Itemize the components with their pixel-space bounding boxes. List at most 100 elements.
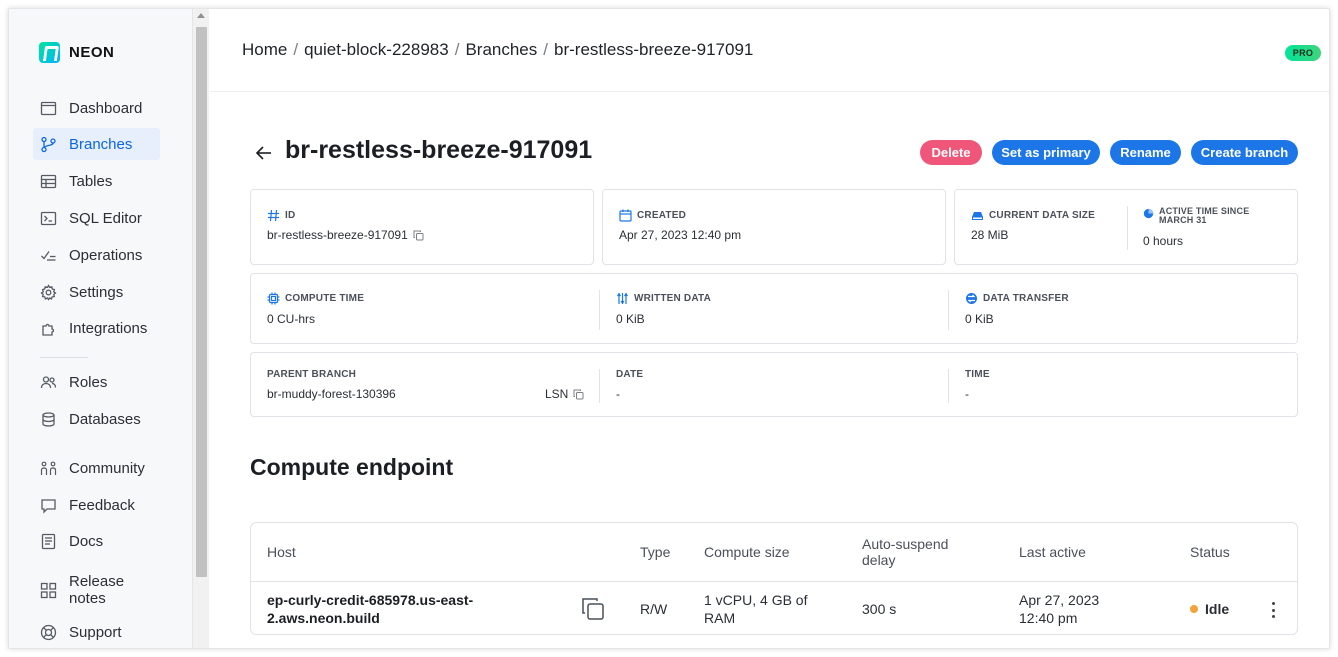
card-divider [948,290,949,330]
sidebar-item-dashboard[interactable]: Dashboard [33,92,160,124]
endpoint-last-active: Apr 27, 2023 12:40 pm [1019,592,1100,626]
sidebar-item-label: Support [69,623,122,641]
sidebar-item-settings[interactable]: Settings [33,276,160,308]
parent-branch-value[interactable]: br-muddy-forest-130396 [267,387,396,401]
users-icon [40,374,57,391]
id-label: ID [267,209,295,222]
lsn-copy[interactable]: LSN [545,387,584,401]
delete-button[interactable]: Delete [920,140,982,165]
neon-logo[interactable]: NEON [39,42,114,63]
document-icon [40,533,57,550]
sidebar-item-branches[interactable]: Branches [33,128,160,160]
hash-icon [268,209,279,222]
sidebar-item-docs[interactable]: Docs [33,525,160,557]
sidebar-divider [40,357,88,358]
column-host: Host [267,544,296,560]
id-value-text: br-restless-breeze-917091 [267,228,408,242]
column-status: Status [1190,544,1230,560]
breadcrumb-home[interactable]: Home [242,40,287,60]
sidebar-item-label: Dashboard [69,99,143,117]
date-value: - [616,387,620,401]
sidebar-item-databases[interactable]: Databases [33,403,160,435]
card-divider [1127,206,1128,250]
sidebar-scrollbar[interactable] [192,9,209,648]
parent-branch-card: PARENT BRANCH br-muddy-forest-130396 LSN… [250,352,1298,417]
endpoint-auto-suspend: 300 s [862,601,897,617]
more-options-icon[interactable] [1271,602,1275,618]
data-size-label: CURRENT DATA SIZE [971,209,1095,222]
sidebar-item-label: Docs [69,532,104,550]
column-last-active: Last active [1019,544,1086,560]
puzzle-icon [40,320,57,337]
data-transfer-value: 0 KiB [965,312,994,326]
copy-icon[interactable] [573,389,584,400]
sidebar-item-tables[interactable]: Tables [33,165,160,197]
id-label-text: ID [285,209,296,221]
data-size-label-text: CURRENT DATA SIZE [989,209,1095,221]
back-arrow-icon[interactable] [254,143,274,163]
usage-card: CURRENT DATA SIZE 28 MiB ACTIVE TIME SIN… [954,189,1298,265]
sidebar-item-feedback[interactable]: Feedback [33,489,160,521]
status-dot-icon [1190,605,1198,614]
breadcrumb-separator: / [293,40,299,59]
scrollbar-thumb[interactable] [196,27,207,577]
sidebar-item-integrations[interactable]: Integrations [33,312,160,344]
plan-badge: PRO [1285,45,1321,61]
app-window: NEON Dashboard Branches Tables SQL Edito [8,8,1330,649]
sidebar-item-label: Release notes [69,573,125,607]
logo-text: NEON [69,44,115,61]
rename-button[interactable]: Rename [1110,140,1181,165]
neon-logo-icon [39,42,60,63]
sidebar-item-label: Settings [69,283,124,301]
main-content: Home / quiet-block-228983 / Branches / b… [210,9,1329,648]
parent-branch-label: PARENT BRANCH [267,369,357,380]
top-bar: Home / quiet-block-228983 / Branches / b… [210,9,1329,92]
table-header: Host Type Compute size Auto-suspend dela… [251,523,1297,582]
column-compute-size: Compute size [704,544,790,560]
breadcrumb-branches[interactable]: Branches [465,40,537,60]
community-icon [40,460,57,477]
terminal-icon [40,210,57,227]
page-title: br-restless-breeze-917091 [285,136,593,164]
sidebar-item-label: Integrations [69,319,148,337]
card-divider [599,290,600,330]
card-divider [599,369,600,403]
compute-time-label-text: COMPUTE TIME [285,292,365,304]
lifebuoy-icon [40,624,57,641]
storage-icon [972,212,983,220]
transfer-icon [966,293,977,304]
created-card: CREATED Apr 27, 2023 12:40 pm [602,189,946,265]
written-data-value: 0 KiB [616,312,645,326]
sidebar-item-operations[interactable]: Operations [33,239,160,271]
grid-icon [40,582,57,599]
cpu-icon [267,292,280,305]
breadcrumb-current: br-restless-breeze-917091 [554,40,754,59]
date-label: DATE [616,369,644,380]
active-time-value: 0 hours [1143,234,1184,248]
data-transfer-label-text: DATA TRANSFER [983,292,1069,304]
set-as-primary-button[interactable]: Set as primary [992,140,1100,165]
dashboard-icon [40,100,57,117]
written-data-label-text: WRITTEN DATA [634,292,712,304]
active-time-label: ACTIVE TIME SINCE MARCH 31 [1143,207,1283,225]
endpoint-host[interactable]: ep-curly-credit-685978.us-east-2.aws.neo… [267,591,507,627]
sidebar-item-support[interactable]: Support [33,616,160,648]
breadcrumb-project[interactable]: quiet-block-228983 [304,40,449,60]
copy-host-icon[interactable] [580,596,606,622]
compute-time-value: 0 CU-hrs [267,312,316,326]
breadcrumb-separator: / [543,40,548,59]
sidebar-item-release-notes[interactable]: Release notes [33,570,160,610]
create-branch-button[interactable]: Create branch [1191,140,1298,165]
sidebar-item-community[interactable]: Community [33,452,160,484]
sidebar-item-roles[interactable]: Roles [33,366,160,398]
endpoint-compute-size: 1 vCPU, 4 GB of RAM [704,592,808,626]
branch-icon [40,136,57,153]
time-value: - [965,387,969,401]
sidebar-item-sql-editor[interactable]: SQL Editor [33,202,160,234]
status-text: Idle [1205,601,1230,617]
scroll-up-arrow-icon[interactable] [197,13,205,18]
breadcrumb: Home / quiet-block-228983 / Branches / b… [242,40,753,60]
calendar-icon [619,209,632,222]
breadcrumb-separator: / [454,40,460,59]
copy-icon[interactable] [413,230,424,241]
